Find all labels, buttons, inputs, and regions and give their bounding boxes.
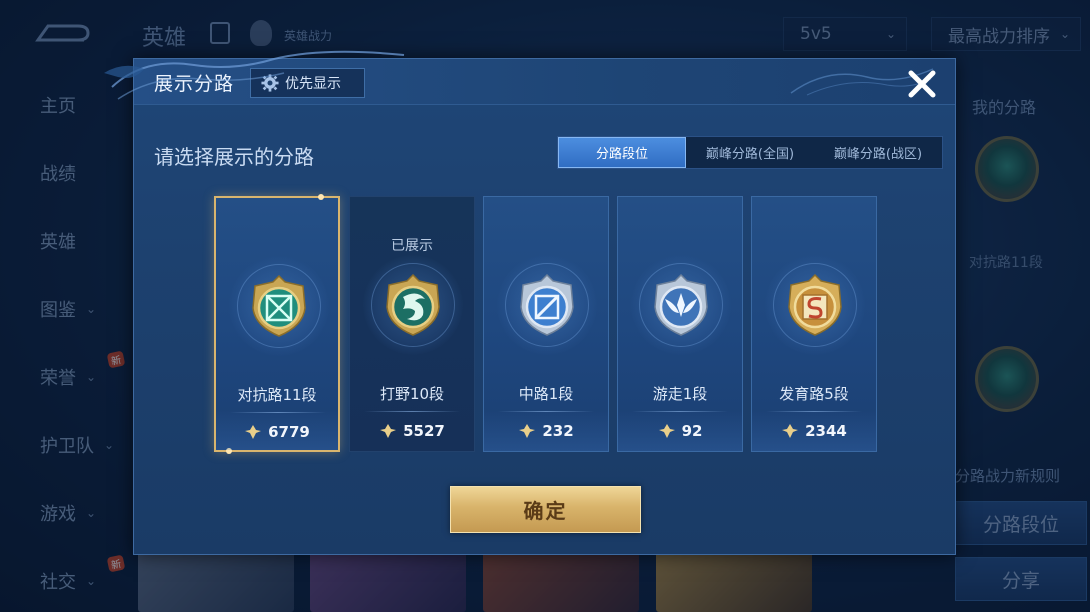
confirm-button[interactable]: 确定 (450, 486, 641, 533)
power-icon (245, 425, 262, 439)
lane-card-jungle[interactable]: 已展示 打野10段 5527 (349, 196, 475, 452)
show-lane-dialog: 展示分路 优先显示 请选择展示的分路 分路段位 巅峰分路(全国) 巅峰分路(战区… (104, 50, 956, 555)
emblem-halo (229, 256, 329, 356)
emblem-halo (363, 255, 463, 355)
power-icon (380, 424, 397, 438)
emblem-halo (497, 255, 597, 355)
lane-card-farm[interactable]: 发育路5段 2344 (751, 196, 877, 452)
lane-power-value: 92 (681, 422, 703, 440)
card-divider (632, 411, 728, 412)
lane-power: 5527 (350, 422, 474, 440)
lane-power-value: 2344 (805, 422, 847, 440)
lane-power-value: 6779 (268, 423, 310, 441)
lane-power: 232 (484, 422, 608, 440)
cloud-swirl-decoration (104, 50, 405, 100)
clash-lane-emblem-icon (252, 274, 306, 337)
farm-lane-emblem-icon (788, 273, 842, 336)
lane-name: 打野10段 (379, 385, 445, 403)
lane-power: 92 (618, 422, 742, 440)
tab-lane-rank[interactable]: 分路段位 (558, 137, 686, 168)
tab-peak-lane-region[interactable]: 巅峰分路(战区) (814, 137, 942, 168)
power-icon (519, 424, 536, 438)
power-icon (658, 424, 675, 438)
emblem-halo (631, 255, 731, 355)
lane-power: 6779 (216, 423, 338, 441)
lane-name: 中路1段 (518, 385, 574, 403)
lane-power-value: 5527 (403, 422, 445, 440)
lane-card-clash[interactable]: 对抗路11段 6779 (214, 194, 340, 454)
lane-power-value: 232 (542, 422, 574, 440)
lane-name: 发育路5段 (779, 385, 849, 403)
lane-power: 2344 (752, 422, 876, 440)
mid-lane-emblem-icon (520, 273, 574, 336)
tab-peak-lane-national[interactable]: 巅峰分路(全国) (686, 137, 814, 168)
selection-sparkle (318, 194, 324, 200)
lane-card-roam[interactable]: 游走1段 92 (617, 196, 743, 452)
card-divider (230, 412, 326, 413)
lane-name: 对抗路11段 (237, 386, 317, 404)
lane-select-prompt: 请选择展示的分路 (154, 145, 314, 169)
lane-name: 游走1段 (652, 385, 708, 403)
power-icon (782, 424, 799, 438)
card-divider (498, 411, 594, 412)
roam-emblem-icon (654, 273, 708, 336)
emblem-halo (765, 255, 865, 355)
shown-status: 已展示 (391, 238, 433, 254)
jungle-emblem-icon (386, 273, 440, 336)
card-divider (766, 411, 862, 412)
card-divider (364, 411, 460, 412)
lane-card-list: 对抗路11段 6779 已展示 打野10段 5527 中路1段 232 游走1段… (214, 194, 884, 454)
close-icon[interactable] (905, 67, 939, 101)
lane-tab-bar: 分路段位 巅峰分路(全国) 巅峰分路(战区) (557, 136, 943, 169)
lane-card-mid[interactable]: 中路1段 232 (483, 196, 609, 452)
